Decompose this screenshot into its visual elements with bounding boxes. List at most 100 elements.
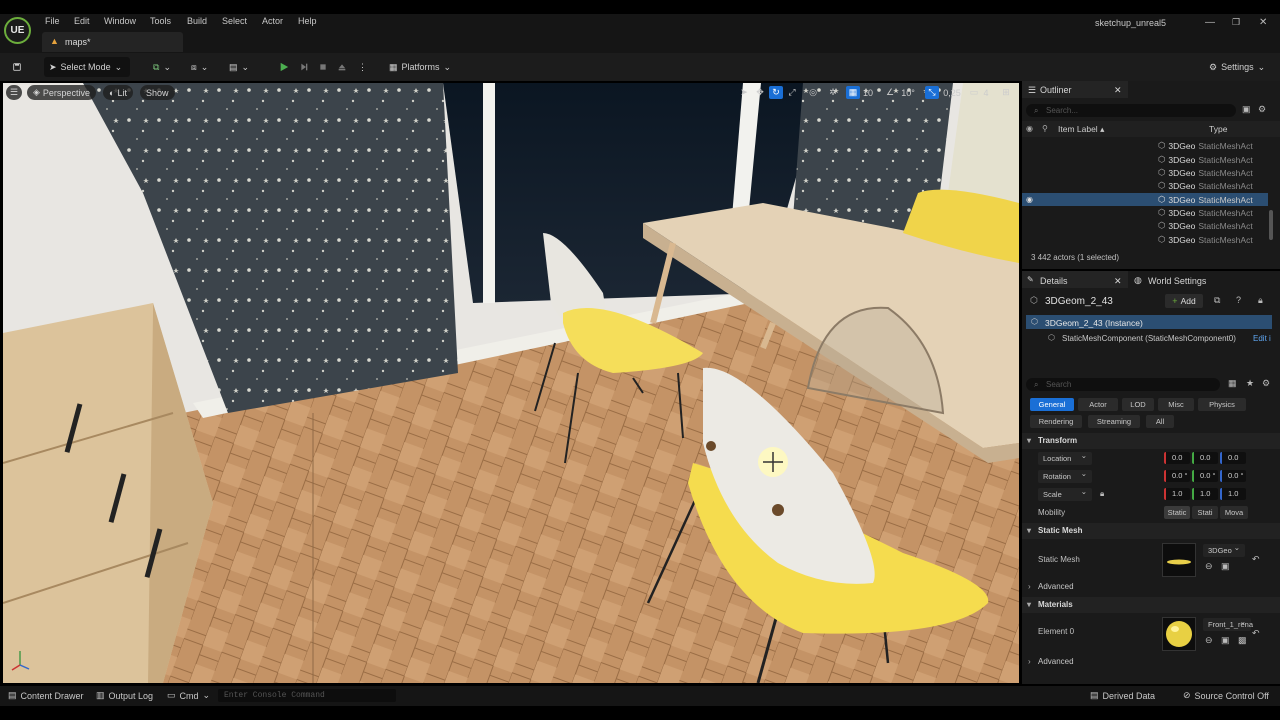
help-icon[interactable]: ? [1236,295,1241,305]
gear-icon[interactable]: ⚙ [1258,104,1266,115]
add-component-button[interactable]: + Add [1165,294,1203,308]
menu-help[interactable]: Help [298,16,317,28]
location-y-field[interactable]: 0.0 [1192,452,1218,464]
list-item[interactable]: ⬡ 3DGeo StaticMeshAct [1158,233,1253,246]
menu-actor[interactable]: Actor [262,16,283,28]
stop-button[interactable] [314,57,332,77]
scale-x-field[interactable]: 1.0 [1164,488,1190,500]
blueprint-button[interactable]: ⧈ ⌄ [186,57,213,77]
tab-maps[interactable]: ▲ maps* [42,32,183,52]
list-item[interactable]: ⬡ 3DGeo StaticMeshAct [1158,219,1253,232]
filter-actor[interactable]: Actor [1078,398,1118,411]
rotate-tool-icon[interactable]: ↻ [769,86,783,99]
platforms-dropdown[interactable]: ▦ Platforms ⌄ [384,57,456,77]
filter-all[interactable]: All [1146,415,1174,428]
section-static-mesh[interactable]: Static Mesh [1022,523,1280,539]
mobility-static[interactable]: Static [1164,506,1190,519]
details-tab[interactable] [1022,271,1128,288]
play-options-icon[interactable]: ⋮ [353,57,367,77]
section-transform[interactable]: Transform [1022,433,1280,449]
close-icon[interactable]: ✕ [1114,276,1122,287]
browse-icon[interactable]: ▣ [1221,561,1230,572]
rotation-dropdown[interactable]: Rotation [1038,467,1092,483]
save-icon[interactable] [8,57,26,77]
source-control-button[interactable]: ⊘ Source Control Off [1183,690,1269,701]
list-item[interactable]: ⬡ 3DGeo StaticMeshAct [1158,206,1253,219]
maximize-viewport-icon[interactable]: ⊞ [999,86,1013,99]
lock-icon[interactable]: 🔒︎ [1100,489,1104,499]
minimize-icon[interactable]: — [1205,17,1215,28]
play-button[interactable] [274,57,294,77]
star-icon[interactable]: ★ [1246,378,1254,389]
scale-snap-value[interactable]: 0,25 [940,86,964,99]
col-item-label[interactable]: Item Label ▴ [1058,124,1104,135]
lit-button[interactable]: ◐ Lit [103,85,133,100]
reset-arrow-icon[interactable]: ↶ [1252,554,1260,565]
scale-snap-icon[interactable]: ⤡ [925,86,939,99]
list-item[interactable]: ⬡ 3DGeo StaticMeshAct [1158,139,1253,152]
unreal-logo-icon[interactable]: UE [4,17,31,44]
rotation-snap-icon[interactable]: ∠ [883,86,897,99]
menu-window[interactable]: Window [104,16,136,28]
texture-icon[interactable]: ▩ [1238,635,1247,646]
viewport-menu-icon[interactable]: ☰ [6,85,22,100]
grid-snap-icon[interactable]: ▦ [846,86,860,99]
pin-icon[interactable]: ⚲ [1042,124,1048,133]
use-selected-icon[interactable]: ⊖ [1205,561,1213,572]
add-content-button[interactable]: ⧉ ⌄ [148,57,176,77]
component-row[interactable]: StaticMeshComponent (StaticMeshComponent… [1062,334,1236,343]
lock-icon[interactable]: 🔒︎ [1258,295,1263,306]
use-selected-icon[interactable]: ⊖ [1205,635,1213,646]
rotation-y-field[interactable]: 0.0 ° [1192,470,1218,482]
filter-streaming[interactable]: Streaming [1088,415,1140,428]
filter-misc[interactable]: Misc [1158,398,1194,411]
list-item[interactable]: ⬡ 3DGeo StaticMeshAct [1158,193,1253,206]
menu-edit[interactable]: Edit [74,16,90,28]
cinematics-button[interactable]: ▤ ⌄ [224,57,254,77]
tab-world-settings[interactable]: World Settings [1148,276,1206,286]
scale-z-field[interactable]: 1.0 [1220,488,1246,500]
location-dropdown[interactable]: Location [1038,449,1092,465]
folder-add-icon[interactable]: ▣ [1242,104,1251,115]
close-icon[interactable]: ✕ [1259,17,1267,28]
scale-dropdown[interactable]: Scale [1038,485,1092,501]
content-drawer-button[interactable]: ▤ Content Drawer [8,690,84,701]
blueprint-icon[interactable]: ⧉ [1214,295,1220,306]
outliner-scrollbar[interactable] [1269,210,1273,240]
translate-tool-icon[interactable]: ✥ [753,86,767,99]
static-mesh-dropdown[interactable]: 3DGeo [1203,541,1245,557]
close-icon[interactable]: ✕ [1114,85,1122,96]
section-advanced[interactable]: Advanced [1022,579,1280,595]
maximize-icon[interactable]: ❐ [1232,17,1240,28]
scale-y-field[interactable]: 1.0 [1192,488,1218,500]
col-type[interactable]: Type [1209,124,1227,134]
filter-lod[interactable]: LOD [1122,398,1154,411]
derived-data-button[interactable]: ▤ Derived Data [1090,690,1155,701]
static-mesh-thumbnail[interactable] [1162,543,1196,577]
filter-physics[interactable]: Physics [1198,398,1246,411]
browse-icon[interactable]: ▣ [1221,635,1230,646]
output-log-button[interactable]: ▥ Output Log [96,690,153,701]
mobility-movable[interactable]: Mova [1220,506,1248,519]
edit-link[interactable]: Edit i [1253,334,1271,343]
material-dropdown[interactable]: Front_1_rena [1203,615,1253,631]
surface-snap-icon[interactable]: ✲ [826,86,840,99]
eject-button[interactable] [333,57,351,77]
rotation-x-field[interactable]: 0.0 ° [1164,470,1190,482]
menu-tools[interactable]: Tools [150,16,171,28]
world-space-icon[interactable]: ◎ [806,86,820,99]
rotation-snap-value[interactable]: 10° [898,86,918,99]
rotation-z-field[interactable]: 0.0 ° [1220,470,1246,482]
gear-icon[interactable]: ⚙ [1262,378,1270,389]
section-materials[interactable]: Materials [1022,597,1280,613]
section-advanced[interactable]: Advanced [1022,654,1280,670]
cmd-dropdown[interactable]: ▭ Cmd ⌄ [167,690,210,701]
select-tool-icon[interactable]: ➤ [737,86,751,99]
visibility-icon[interactable]: ◉ [1026,124,1033,133]
reset-arrow-icon[interactable]: ↶ [1252,628,1260,639]
grid-view-icon[interactable]: ▦ [1228,378,1237,389]
material-thumbnail[interactable] [1162,617,1196,651]
list-item[interactable]: ⬡ 3DGeo StaticMeshAct [1158,153,1253,166]
camera-speed-value[interactable]: 4 [981,86,991,99]
camera-speed-icon[interactable]: ▭ [967,86,981,99]
